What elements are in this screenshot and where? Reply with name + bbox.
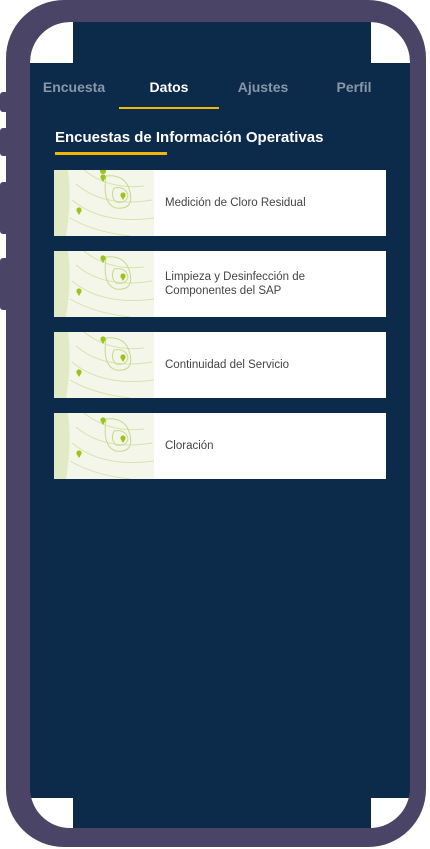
survey-card-label: Cloración <box>165 440 214 452</box>
tab-datos[interactable]: Datos <box>129 72 209 108</box>
app-screen: Encuesta Datos Ajustes Perfil Encuestas … <box>30 22 410 828</box>
survey-list: Medición de Cloro Residual Limpieza y De… <box>54 170 386 494</box>
side-button-volume-down <box>0 182 9 234</box>
side-button-mute <box>0 92 9 112</box>
survey-card-label: Continuidad del Servicio <box>165 359 290 371</box>
active-tab-indicator <box>119 107 219 109</box>
map-thumbnail-icon <box>54 413 155 479</box>
tab-encuesta[interactable]: Encuesta <box>34 72 114 108</box>
survey-card-label: Medición de Cloro Residual <box>165 197 306 209</box>
tab-bar: Encuesta Datos Ajustes Perfil <box>30 72 410 112</box>
map-thumbnail-icon <box>54 332 155 398</box>
side-button-volume-up <box>0 128 9 156</box>
tab-ajustes[interactable]: Ajustes <box>223 72 303 108</box>
survey-card[interactable]: Cloración <box>54 413 386 479</box>
survey-card-label: Limpieza y Desinfección de Componentes d… <box>165 271 305 297</box>
side-button-power <box>0 258 9 310</box>
survey-card[interactable]: Continuidad del Servicio <box>54 332 386 398</box>
section-title-underline <box>55 152 167 155</box>
tab-perfil[interactable]: Perfil <box>323 72 385 108</box>
section-title: Encuestas de Información Operativas <box>55 129 324 146</box>
map-thumbnail-icon <box>54 251 155 317</box>
map-thumbnail-icon <box>54 170 155 236</box>
survey-card[interactable]: Limpieza y Desinfección de Componentes d… <box>54 251 386 317</box>
survey-card[interactable]: Medición de Cloro Residual <box>54 170 386 236</box>
